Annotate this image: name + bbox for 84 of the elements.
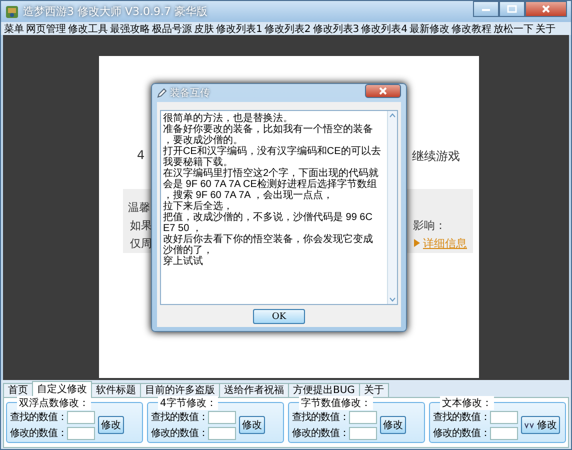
tab[interactable]: 软件标题 — [91, 383, 141, 397]
close-button[interactable] — [525, 1, 567, 17]
input-field[interactable] — [67, 410, 95, 424]
menu-item[interactable]: 极品号源 — [152, 22, 192, 36]
field-label: 修改的数值： — [433, 427, 490, 440]
field-label: 查找的数值： — [433, 410, 490, 424]
input-field[interactable] — [490, 426, 518, 440]
notice-title: 温馨 — [128, 200, 150, 215]
notice-text: 如果 — [130, 218, 152, 233]
close-icon — [541, 5, 551, 13]
notice-text: 影响： — [413, 218, 446, 233]
text-line: 准备好你要改的装备，比如我有一个悟空的装备 — [163, 124, 374, 135]
heading-text: 继续游戏 — [412, 148, 460, 165]
input-field[interactable] — [208, 426, 236, 440]
input-field[interactable] — [208, 410, 236, 424]
scrollbar[interactable] — [387, 111, 397, 304]
input-field[interactable] — [349, 410, 377, 424]
close-icon — [379, 87, 387, 95]
text-line: 很简单的方法，也是替换法。 — [163, 113, 293, 124]
menu-item[interactable]: 网页管理 — [26, 22, 66, 36]
window-title: 造梦西游3 修改大师 V3.0.9.7 豪华版 — [23, 4, 208, 19]
minimize-icon — [481, 6, 491, 12]
group-title: 字节数值修改： — [299, 396, 373, 410]
heading-text: 4 — [137, 148, 145, 162]
text-line: 把值，改成沙僧的，不多说，沙僧代码是 99 6C — [163, 212, 374, 223]
text-line: 穿上试试 — [163, 256, 204, 267]
minimize-button[interactable] — [473, 1, 499, 17]
notice-text: 仅周 — [130, 236, 152, 251]
ok-button[interactable]: OK — [253, 309, 305, 324]
input-field[interactable] — [490, 410, 518, 424]
menu-item[interactable]: 修改列表1 — [216, 22, 262, 36]
menu-item[interactable]: 皮肤 — [194, 22, 214, 36]
scroll-down-icon[interactable] — [388, 295, 397, 304]
text-line: 改好后你去看下你的悟空装备，你会发现它变成 — [163, 234, 374, 245]
modify-button[interactable]: 修改 — [239, 416, 265, 434]
close-button[interactable] — [365, 84, 401, 98]
text-line: 会是 9F 60 7A 7A CE检测好进程后选择字节数组 — [163, 179, 378, 190]
menu-item[interactable]: 修改教程 — [452, 22, 492, 36]
group-title: 文本修改： — [440, 396, 494, 410]
menu-item[interactable]: 修改工具 — [68, 22, 108, 36]
maximize-icon — [507, 5, 517, 13]
menu-item[interactable]: 修改列表4 — [361, 22, 408, 36]
input-field[interactable] — [67, 426, 95, 440]
menu-item[interactable]: 修改列表2 — [264, 22, 311, 36]
tab[interactable]: 自定义修改 — [32, 381, 92, 397]
arrow-icon — [413, 238, 421, 248]
field-label: 查找的数值： — [151, 410, 208, 424]
tab[interactable]: 送给作者祝福 — [219, 383, 289, 397]
menu-item[interactable]: 最强攻略 — [110, 22, 150, 36]
tab[interactable]: 关于 — [358, 383, 389, 397]
wave-icon — [524, 421, 536, 429]
field-label: 查找的数值： — [10, 410, 67, 424]
tab[interactable]: 目前的许多盗版 — [140, 383, 220, 397]
menu-item[interactable]: 关于 — [536, 22, 556, 36]
menu-item[interactable]: 放松一下 — [494, 22, 534, 36]
text-line: ，搜索 9F 60 7A 7A ，会出现一点点， — [163, 190, 334, 201]
text-line: ，要改成沙僧的。 — [163, 135, 244, 146]
app-icon — [5, 4, 19, 18]
menu-item[interactable]: 菜单 — [4, 22, 24, 36]
tab[interactable]: 首页 — [3, 383, 33, 397]
text-line: 沙僧的了， — [163, 245, 214, 256]
text-line: 打开CE和汉字编码，没有汉字编码和CE的可以去 — [163, 146, 382, 157]
text-area[interactable] — [160, 110, 398, 305]
field-label: 修改的数值： — [10, 427, 67, 440]
dialog-title: 装备互传 — [170, 86, 211, 100]
text-line: E7 50 ， — [163, 223, 202, 234]
field-label: 查找的数值： — [292, 410, 349, 424]
tab[interactable]: 方便提出BUG — [288, 383, 360, 397]
group-title: 4字节修改： — [158, 396, 218, 410]
text-line: 拉下来后全选， — [163, 201, 234, 212]
pen-icon — [157, 88, 167, 98]
menu-item[interactable]: 最新修改 — [410, 22, 450, 36]
input-field[interactable] — [349, 426, 377, 440]
text-line: 我要秘籍下载。 — [163, 157, 233, 168]
modify-button[interactable]: 修改 — [380, 416, 406, 434]
maximize-button[interactable] — [499, 1, 525, 17]
modify-button[interactable]: 修改 — [98, 416, 124, 434]
field-label: 修改的数值： — [151, 427, 208, 440]
text-line: 在汉字编码里打悟空这2个字，下面出现的代码就 — [163, 168, 380, 179]
group-title: 双浮点数修改： — [17, 396, 91, 410]
modify-button[interactable]: 修改 — [521, 416, 560, 434]
field-label: 修改的数值： — [292, 427, 349, 440]
scroll-up-icon[interactable] — [388, 111, 397, 120]
menu-item[interactable]: 修改列表3 — [312, 22, 360, 36]
